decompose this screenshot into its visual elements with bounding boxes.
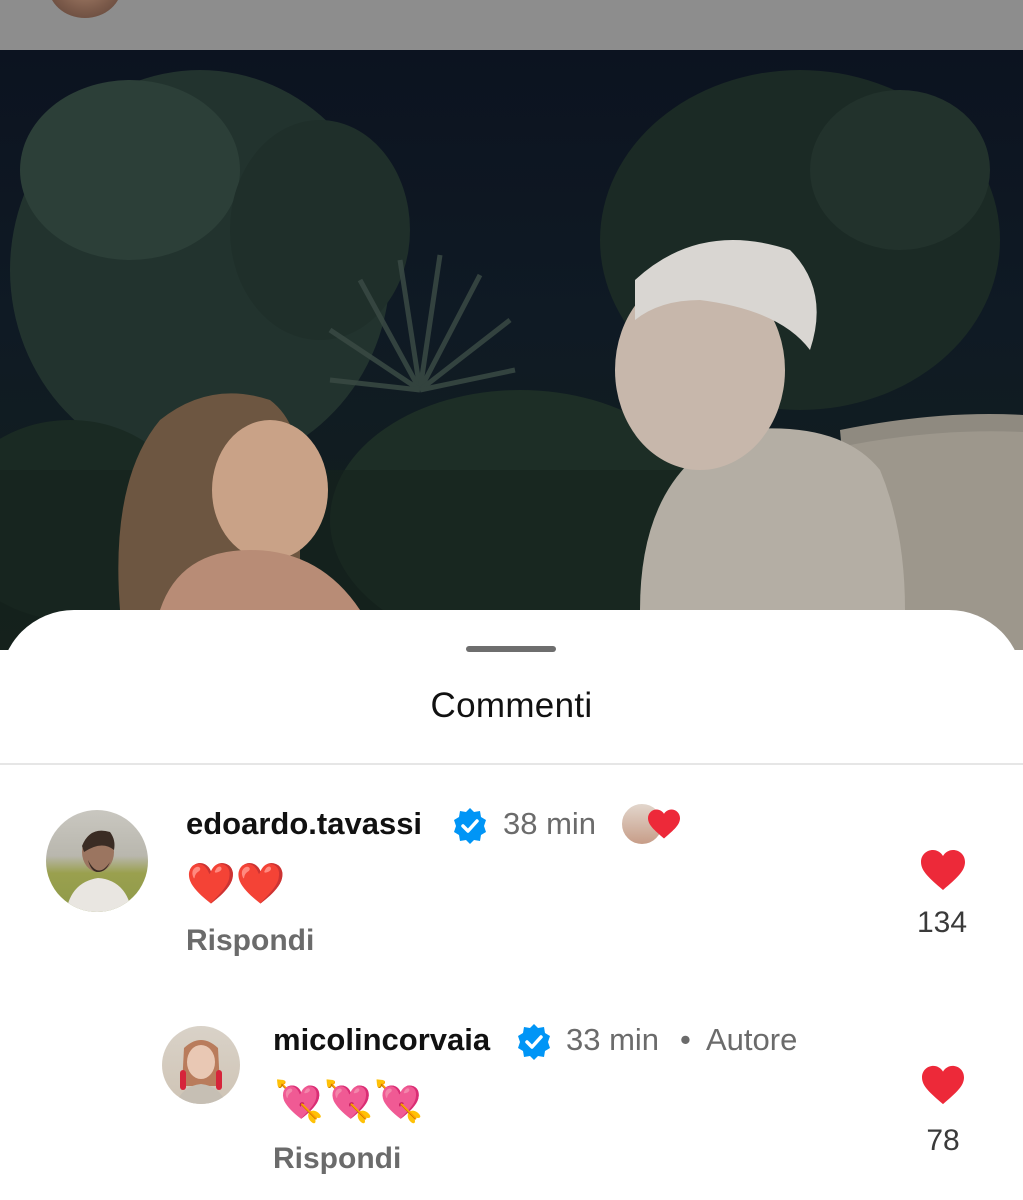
video-frame-illustration: [0, 70, 1023, 650]
top-header-bar: [0, 0, 1023, 50]
verified-badge-icon: [454, 808, 486, 844]
comment-text: ❤️❤️: [186, 862, 286, 906]
like-count: 134: [916, 906, 968, 939]
comment-username[interactable]: micolincorvaia: [273, 1022, 490, 1058]
post-video[interactable]: [0, 50, 1023, 650]
comment-timestamp: 33 min: [566, 1022, 660, 1057]
avatar-portrait: [176, 1040, 226, 1104]
comment-text: 💘💘💘: [274, 1080, 424, 1124]
reply-button[interactable]: Rispondi: [273, 1142, 401, 1176]
comments-sheet: Commenti edoardo.tavassi 38 min ❤️❤️ Ris…: [0, 610, 1023, 1200]
author-label: Autore: [706, 1022, 798, 1057]
comment-username[interactable]: edoardo.tavassi: [186, 806, 422, 842]
sheet-title: Commenti: [430, 686, 593, 725]
avatar-portrait: [66, 830, 132, 912]
verified-badge-icon: [518, 1024, 550, 1060]
header-divider: [0, 763, 1023, 765]
comment-timestamp: 38 min: [503, 806, 597, 841]
separator-dot: •: [680, 1022, 691, 1057]
reply-button[interactable]: Rispondi: [186, 924, 314, 958]
liked-by-author-indicator: [620, 800, 686, 848]
like-heart-icon[interactable]: [919, 848, 967, 892]
like-count: 78: [926, 1124, 960, 1157]
sheet-drag-handle[interactable]: [466, 646, 556, 652]
like-heart-icon[interactable]: [920, 1064, 966, 1106]
commenter-avatar[interactable]: [46, 810, 148, 912]
heart-icon: [648, 809, 680, 839]
commenter-avatar[interactable]: [162, 1026, 240, 1104]
post-author-avatar[interactable]: [48, 0, 122, 18]
